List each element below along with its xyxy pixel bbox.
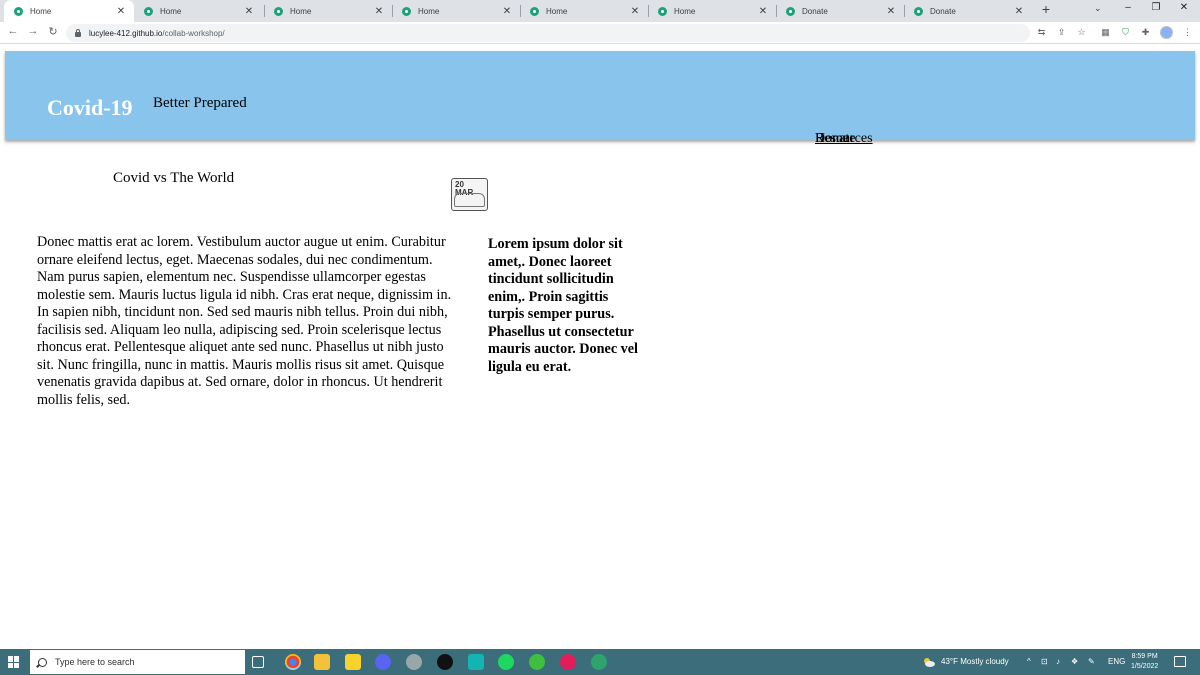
spotify-icon[interactable]: [498, 654, 514, 670]
section-heading: Covid vs The World: [113, 170, 235, 186]
translate-icon[interactable]: ⇆: [1036, 27, 1047, 38]
reload-icon[interactable]: ↻: [46, 25, 60, 38]
minimize-icon[interactable]: –: [1120, 2, 1136, 13]
tab-home-3[interactable]: Home ✕: [264, 0, 392, 22]
clock-time: 8:59 PM: [1131, 653, 1158, 660]
notification-icon[interactable]: [1174, 656, 1186, 667]
site-favicon-icon: [14, 6, 23, 16]
chrome-profile-app-icon[interactable]: [591, 654, 607, 670]
window-close-icon[interactable]: ✕: [1176, 2, 1192, 13]
tab-donate-2[interactable]: Donate ✕: [904, 0, 1032, 22]
tab-title: Home: [418, 6, 440, 16]
tab-strip: Home ✕ Home ✕ Home ✕ Home ✕ Home ✕ Home …: [0, 0, 1200, 22]
chrome-app-icon[interactable]: [285, 654, 301, 670]
tab-donate-1[interactable]: Donate ✕: [776, 0, 904, 22]
forward-arrow-icon[interactable]: →: [26, 25, 40, 37]
close-icon[interactable]: ✕: [1014, 6, 1024, 17]
network-icon[interactable]: ⊡: [1041, 657, 1048, 666]
discord-icon[interactable]: [375, 654, 391, 670]
puzzle-extensions-icon[interactable]: ✚: [1140, 27, 1151, 38]
close-icon[interactable]: ✕: [886, 6, 896, 17]
nav-links-overlapping: Home Donate Resources: [815, 131, 895, 151]
camera-app-icon[interactable]: [468, 654, 484, 670]
volume-icon[interactable]: ♪: [1056, 657, 1060, 666]
file-explorer-icon[interactable]: [314, 654, 330, 670]
tab-title: Home: [290, 6, 312, 16]
main-paragraph: Donec mattis erat ac lorem. Vestibulum a…: [37, 234, 452, 408]
close-icon[interactable]: ✕: [374, 6, 384, 17]
windows-taskbar: Type here to search 43°F Mostly cloudy ^…: [0, 649, 1200, 675]
site-favicon-icon: [530, 6, 539, 16]
tab-home-4[interactable]: Home ✕: [392, 0, 520, 22]
weather-text[interactable]: 43°F Mostly cloudy: [941, 657, 1009, 666]
site-brand: Covid-19: [47, 95, 133, 120]
tab-title: Home: [674, 6, 696, 16]
green-app-icon[interactable]: [529, 654, 545, 670]
tab-title: Home: [546, 6, 568, 16]
search-placeholder: Type here to search: [55, 657, 135, 667]
taskbar-search-box[interactable]: Type here to search: [30, 650, 245, 674]
nav-link-resources[interactable]: Resources: [815, 131, 873, 147]
site-favicon-icon: [144, 6, 153, 16]
more-menu-icon[interactable]: ⋮: [1182, 27, 1193, 38]
aside-paragraph: Lorem ipsum dolor sit amet,. Donec laore…: [488, 236, 638, 375]
new-tab-button[interactable]: +: [1038, 1, 1054, 17]
clock-date: 1/5/2022: [1131, 663, 1159, 670]
web-page: Covid-19 Better Prepared Home Donate Res…: [0, 45, 1200, 649]
paint-app-icon[interactable]: [406, 654, 422, 670]
tab-title: Donate: [930, 6, 956, 16]
site-favicon-icon: [402, 6, 411, 16]
back-arrow-icon[interactable]: ←: [6, 25, 20, 37]
tab-search-chevron-icon[interactable]: ⌄: [1094, 3, 1102, 14]
restore-icon[interactable]: ❐: [1148, 2, 1164, 13]
url-host: lucylee-412.github.io: [89, 28, 163, 38]
search-icon: [38, 657, 47, 667]
bookmark-star-icon[interactable]: ☆: [1076, 27, 1087, 38]
site-favicon-icon: [786, 6, 795, 16]
penguin-app-icon[interactable]: [437, 654, 453, 670]
tab-home-2[interactable]: Home ✕: [134, 0, 262, 22]
show-hidden-icons-chevron-icon[interactable]: ^: [1027, 657, 1031, 666]
close-icon[interactable]: ✕: [116, 6, 126, 17]
url-path: /collab-workshop/: [162, 28, 225, 38]
share-icon[interactable]: ⇪: [1056, 27, 1067, 38]
profile-avatar[interactable]: [1160, 26, 1173, 39]
shield-extension-icon[interactable]: ⛉: [1120, 27, 1131, 38]
system-clock[interactable]: 8:59 PM 1/5/2022: [1131, 652, 1158, 672]
close-icon[interactable]: ✕: [630, 6, 640, 17]
sticky-notes-icon[interactable]: [345, 654, 361, 670]
close-icon[interactable]: ✕: [758, 6, 768, 17]
pen-icon[interactable]: ✎: [1088, 657, 1095, 666]
tab-title: Home: [30, 6, 52, 16]
dropbox-icon[interactable]: ❖: [1071, 657, 1078, 666]
site-favicon-icon: [658, 6, 667, 16]
tab-home-6[interactable]: Home ✕: [648, 0, 776, 22]
close-icon[interactable]: ✕: [244, 6, 254, 17]
close-icon[interactable]: ✕: [502, 6, 512, 17]
logo-drawing: [454, 193, 485, 207]
tab-title: Donate: [802, 6, 828, 16]
site-tagline: Better Prepared: [153, 95, 247, 111]
tab-home-5[interactable]: Home ✕: [520, 0, 648, 22]
task-view-icon[interactable]: [252, 656, 264, 668]
site-favicon-icon: [914, 6, 923, 16]
windows-start-icon[interactable]: [8, 656, 20, 668]
language-indicator[interactable]: ENG: [1108, 657, 1125, 666]
tab-home-1[interactable]: Home ✕: [4, 0, 134, 22]
covid-logo-image: 20 MAR: [451, 178, 488, 211]
tab-title: Home: [160, 6, 182, 16]
extension-grid-icon[interactable]: ▦: [1100, 27, 1111, 38]
weather-cloud-icon: [922, 655, 936, 667]
slack-icon[interactable]: [560, 654, 576, 670]
browser-toolbar: ← → ↻ lucylee-412.github.io /collab-work…: [0, 22, 1200, 44]
site-favicon-icon: [274, 6, 283, 16]
header-banner: Covid-19 Better Prepared: [5, 51, 1195, 140]
lock-icon: [75, 28, 81, 37]
address-bar[interactable]: lucylee-412.github.io /collab-workshop/: [66, 24, 1030, 42]
